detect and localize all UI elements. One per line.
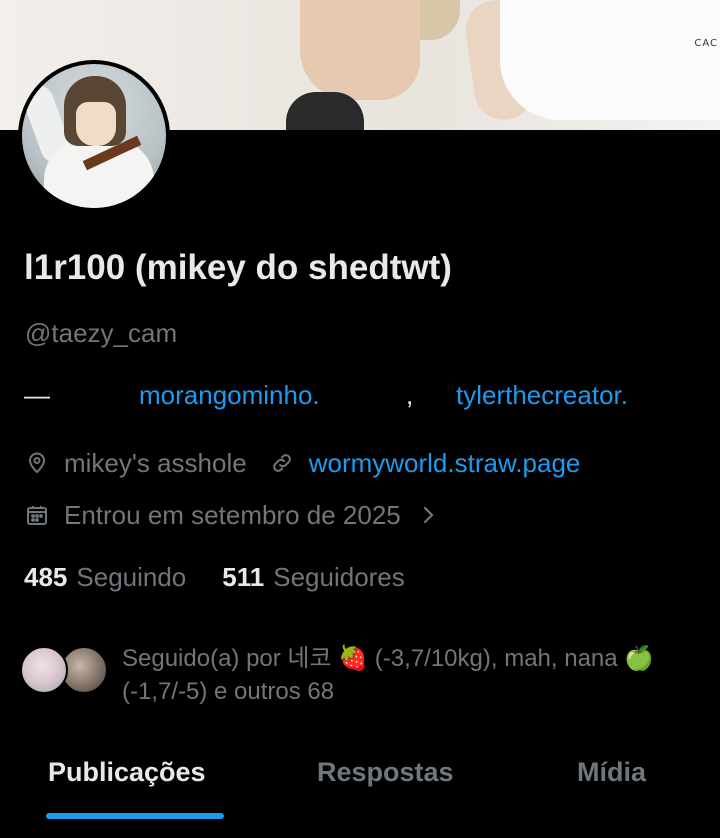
avatar-image	[22, 64, 166, 208]
following-label: Seguindo	[76, 562, 187, 592]
bio-separator: ,	[406, 380, 414, 410]
map-pin-icon	[24, 450, 50, 476]
tab-publicacoes[interactable]: Publicações	[48, 757, 206, 788]
display-name: l1r100 (mikey do shedtwt)	[24, 248, 452, 287]
chevron-right-icon[interactable]	[415, 502, 441, 528]
profile-avatar[interactable]	[18, 60, 170, 212]
followed-by[interactable]: Seguido(a) por 네코 🍓 (-3,7/10kg), mah, na…	[20, 642, 710, 712]
joined-text: Entrou em setembro de 2025	[64, 499, 401, 530]
profile-joined-row[interactable]: Entrou em setembro de 2025	[24, 498, 455, 532]
followers-stat[interactable]: 511 Seguidores	[222, 562, 405, 593]
location-text: mikey's asshole	[64, 447, 247, 478]
follower-avatar	[20, 646, 68, 694]
followers-label: Seguidores	[273, 562, 405, 592]
bio-dash: —	[24, 380, 50, 410]
banner-text: CAC	[694, 38, 718, 49]
banner-shirt	[500, 0, 720, 120]
tab-respostas[interactable]: Respostas	[317, 757, 454, 788]
calendar-icon	[24, 502, 50, 528]
active-tab-indicator	[46, 813, 224, 819]
user-handle: @taezy_cam	[25, 318, 178, 348]
link-icon	[269, 450, 295, 476]
profile-tabs: Publicações Respostas Mídia	[0, 745, 720, 838]
tab-midia[interactable]: Mídia	[577, 757, 646, 788]
follow-stats: 485 Seguindo 511 Seguidores	[24, 562, 405, 593]
followers-count: 511	[222, 562, 265, 592]
profile-meta-location-website: mikey's asshole wormyworld.straw.page	[24, 446, 580, 480]
bio-mention-link[interactable]: tylerthecreator.	[456, 380, 628, 411]
following-count: 485	[24, 562, 68, 592]
banner-bag	[286, 92, 364, 130]
following-stat[interactable]: 485 Seguindo	[24, 562, 186, 593]
profile-bio: — morangominho. , tylerthecreator.	[24, 380, 704, 416]
website-link[interactable]: wormyworld.straw.page	[309, 448, 581, 479]
banner-leg	[300, 0, 420, 100]
bio-mention-link[interactable]: morangominho.	[139, 380, 320, 411]
followed-by-text: Seguido(a) por 네코 🍓 (-3,7/10kg), mah, na…	[122, 645, 655, 705]
